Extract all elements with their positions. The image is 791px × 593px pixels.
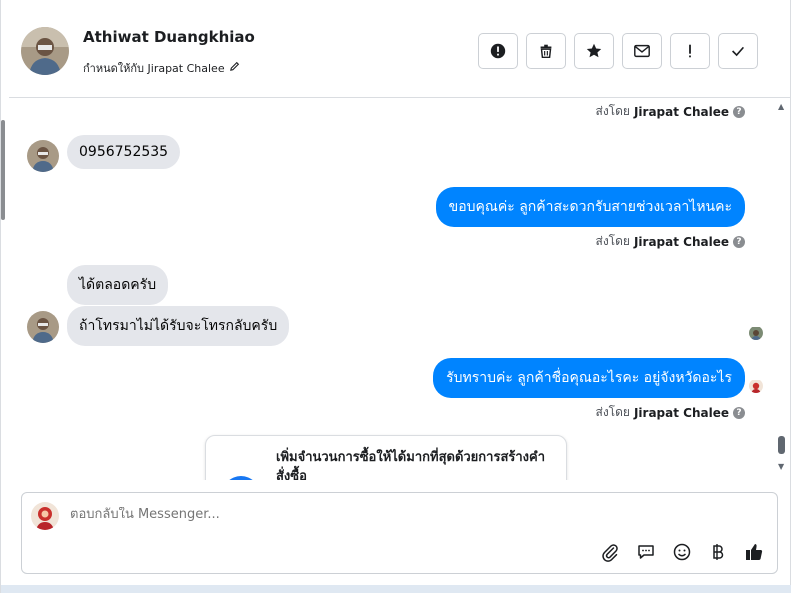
card-icon (222, 476, 260, 480)
mark-done-button[interactable] (718, 33, 758, 69)
star-button[interactable] (574, 33, 614, 69)
like-icon (746, 544, 763, 560)
sent-by-name: Jirapat Chalee (633, 234, 729, 249)
follow-up-button[interactable] (670, 33, 710, 69)
sent-by-prefix: ส่งโดย (595, 405, 630, 419)
incoming-message[interactable]: 0956752535 (67, 135, 181, 169)
emoji-button[interactable] (671, 541, 693, 563)
sent-by-prefix: ส่งโดย (595, 234, 630, 248)
conversation-toolbar (478, 33, 758, 69)
like-button[interactable] (743, 541, 765, 563)
saved-replies-button[interactable] (635, 541, 657, 563)
mark-unread-button[interactable] (622, 33, 662, 69)
scrollbar-thumb[interactable] (778, 436, 785, 454)
incoming-message[interactable]: ถ้าโทรมาไม่ได้รับจะโทรกลับครับ (67, 306, 290, 346)
message-thread: ส่งโดย Jirapat Chalee ? 0956752535 ขอบคุ… (9, 98, 773, 480)
scroll-up-icon[interactable]: ▲ (778, 102, 784, 111)
page-avatar (31, 502, 59, 530)
envelope-icon (634, 44, 650, 58)
saved-replies-icon (638, 545, 654, 559)
sent-by-prefix: ส่งโดย (595, 104, 630, 118)
trash-icon (540, 44, 552, 59)
thread-scrollbar[interactable]: ▲ ▼ (775, 98, 789, 480)
sender-avatar (27, 140, 59, 172)
help-icon[interactable]: ? (733, 235, 745, 248)
outgoing-message[interactable]: รับทราบค่ะ ลูกค้าชื่อคุณอะไรคะ อยู่จังหว… (433, 358, 745, 398)
baht-icon (713, 544, 724, 560)
inbox-conversation-panel: Athiwat Duangkhiao กำหนดให้กับ Jirapat C… (0, 0, 791, 593)
assigned-label: กำหนดให้กับ Jirapat Chalee (83, 62, 225, 75)
attach-button[interactable] (599, 541, 621, 563)
reply-input[interactable] (70, 507, 670, 522)
delete-button[interactable] (526, 33, 566, 69)
sent-by-label: ส่งโดย Jirapat Chalee ? (595, 403, 745, 422)
conversation-header: Athiwat Duangkhiao กำหนดให้กับ Jirapat C… (9, 6, 791, 98)
payment-button[interactable] (707, 541, 729, 563)
sent-by-label: ส่งโดย Jirapat Chalee ? (595, 102, 745, 121)
composer-actions (599, 541, 765, 563)
sent-by-label: ส่งโดย Jirapat Chalee ? (595, 232, 745, 251)
read-receipt-avatar (749, 326, 763, 340)
assigned-to[interactable]: กำหนดให้กับ Jirapat Chalee (83, 59, 240, 77)
check-icon (732, 46, 745, 57)
create-order-card[interactable]: เพิ่มจำนวนการซื้อให้ได้มากที่สุดด้วยการส… (205, 435, 567, 480)
help-icon[interactable]: ? (733, 105, 745, 118)
seen-avatar (749, 379, 763, 393)
report-spam-button[interactable] (478, 33, 518, 69)
outgoing-message[interactable]: ขอบคุณค่ะ ลูกค้าสะดวกรับสายช่วงเวลาไหนคะ (435, 187, 745, 227)
window-bottom-edge (1, 585, 791, 593)
emoji-icon (673, 543, 691, 561)
attach-icon (602, 544, 618, 562)
pencil-icon[interactable] (229, 61, 240, 75)
reply-composer (21, 492, 778, 574)
exclamation-icon (689, 44, 691, 58)
scroll-down-icon[interactable]: ▼ (778, 462, 784, 471)
left-scroll-indicator[interactable] (1, 120, 5, 220)
contact-name[interactable]: Athiwat Duangkhiao (83, 28, 255, 46)
sender-avatar (27, 311, 59, 343)
sent-by-name: Jirapat Chalee (633, 104, 729, 119)
sent-by-name: Jirapat Chalee (633, 405, 729, 420)
incoming-message[interactable]: ได้ตลอดครับ (67, 265, 169, 305)
star-icon (586, 43, 602, 58)
exclamation-circle-icon (490, 43, 506, 59)
help-icon[interactable]: ? (733, 406, 745, 419)
contact-avatar[interactable] (21, 27, 69, 75)
card-text: เพิ่มจำนวนการซื้อให้ได้มากที่สุดด้วยการส… (276, 450, 546, 480)
